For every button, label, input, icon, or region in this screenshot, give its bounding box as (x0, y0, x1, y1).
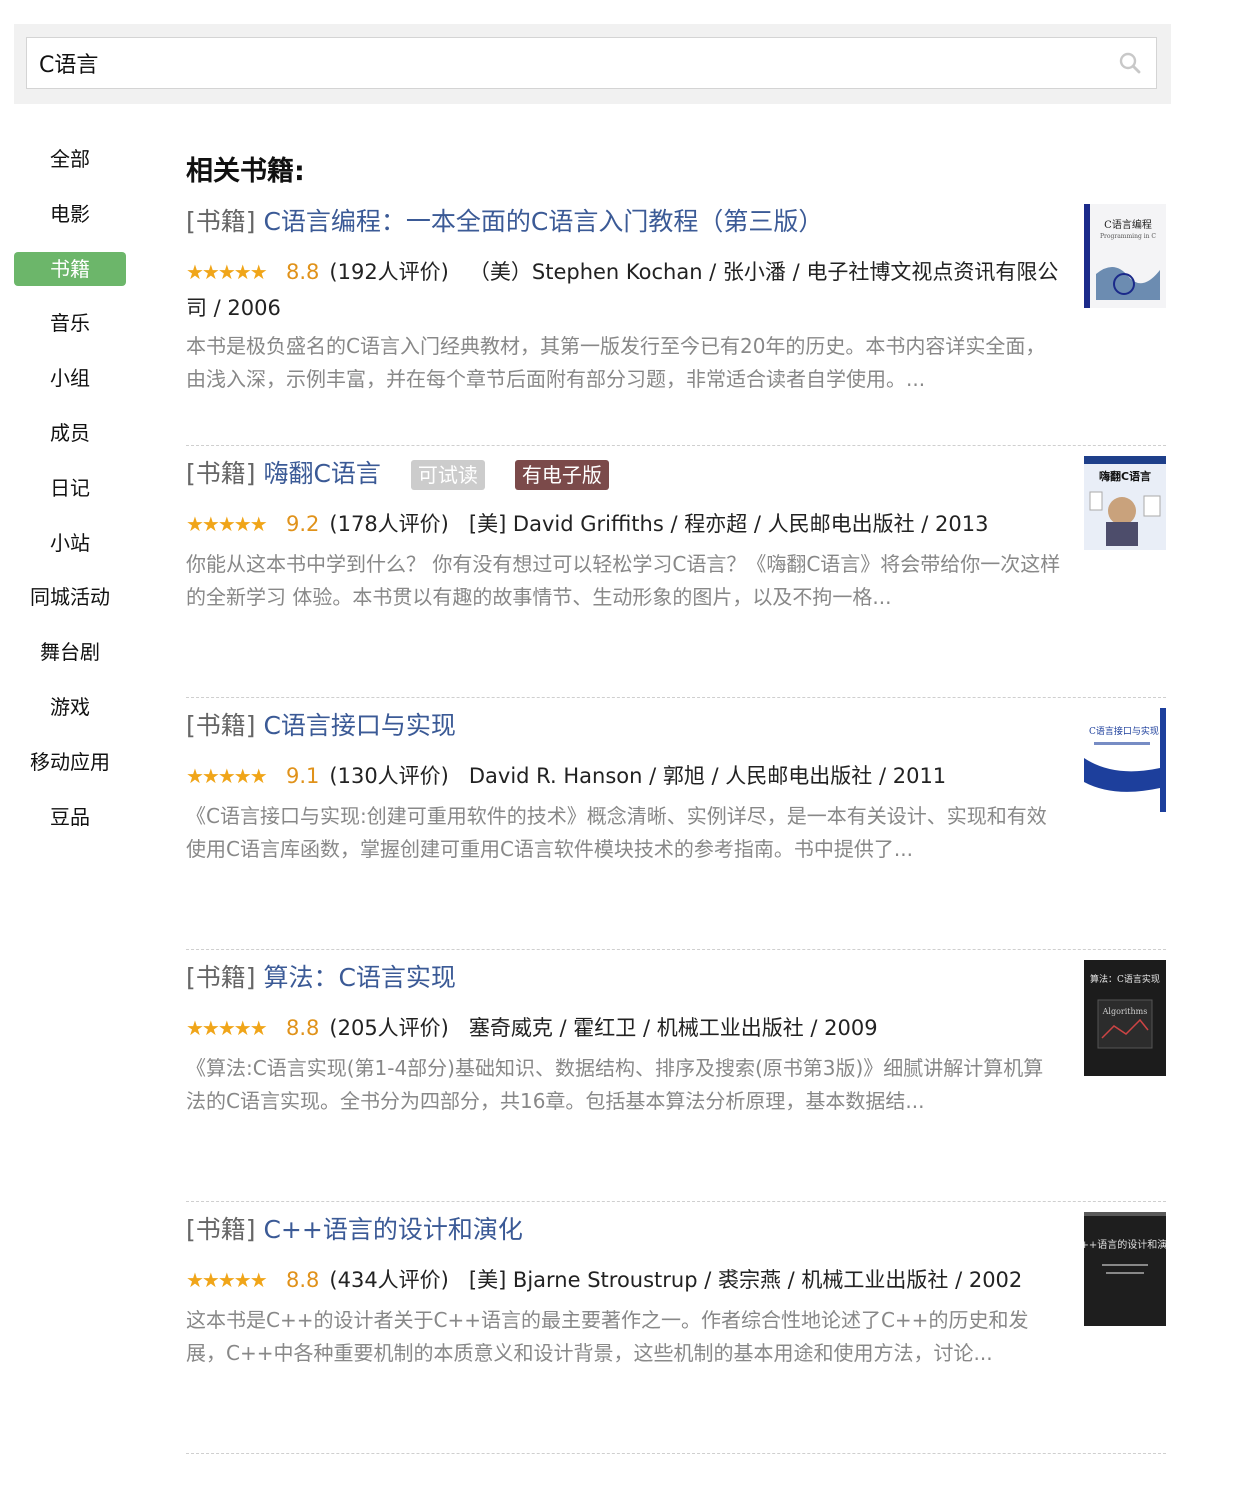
result-tag: [书籍] (186, 711, 256, 740)
sidebar-item-diary[interactable]: 日记 (14, 471, 126, 505)
sidebar-item-sites[interactable]: 小站 (14, 526, 126, 560)
cover-title: 嗨翻C语言 (1099, 469, 1151, 483)
search-box[interactable] (26, 37, 1157, 89)
category-sidebar: 全部 电影 书籍 音乐 小组 成员 日记 小站 同城活动 舞台剧 游戏 移动应用… (14, 142, 126, 854)
result-meta: ★★★★★ 8.8 (434人评价) [美] Bjarne Stroustrup / … (186, 1262, 1061, 1298)
book-result: [书籍] 嗨翻C语言 可试读 有电子版 ★★★★★ 9.2 (178人评价) [美] … (186, 446, 1166, 698)
rating-stars-icon: ★★★★★ (186, 260, 268, 284)
result-meta: ★★★★★ 8.8 (205人评价) 塞奇威克 / 霍红卫 / 机械工业出版社 / 2… (186, 1010, 1061, 1046)
result-tag: [书籍] (186, 207, 256, 236)
sidebar-item-books[interactable]: 书籍 (14, 251, 126, 286)
sidebar-item-doupin[interactable]: 豆品 (14, 800, 126, 834)
result-description: 《C语言接口与实现:创建可重用软件的技术》概念清晰、实例详尽，是一本有关设计、实… (186, 804, 1047, 861)
result-tag: [书籍] (186, 963, 256, 992)
rating-score: 9.2 (286, 512, 320, 536)
rating-score: 9.1 (286, 764, 320, 788)
cover-title: C语言编程 (1104, 218, 1152, 231)
search-bar (14, 24, 1171, 104)
cover-title: 算法：C语言实现 (1090, 973, 1160, 985)
rating-count: (178人评价) (329, 512, 449, 536)
result-title-line: [书籍] C语言接口与实现 (186, 706, 456, 746)
sidebar-item-drama[interactable]: 舞台剧 (14, 635, 126, 669)
result-title-link[interactable]: 嗨翻C语言 (263, 459, 380, 488)
result-title-line: [书籍] 算法：C语言实现 (186, 958, 456, 998)
sidebar-item-groups[interactable]: 小组 (14, 361, 126, 395)
book-cover[interactable]: C语言接口与实现 (1084, 708, 1166, 812)
sidebar-item-games[interactable]: 游戏 (14, 690, 126, 724)
sidebar-item-music[interactable]: 音乐 (14, 306, 126, 340)
result-meta: ★★★★★ 9.2 (178人评价) [美] David Griffiths / 程亦… (186, 506, 1061, 542)
rating-count: (434人评价) (329, 1268, 449, 1292)
cover-subtitle: Programming in C (1100, 233, 1156, 240)
result-title-link[interactable]: C++语言的设计和演化 (263, 1215, 522, 1244)
rating-stars-icon: ★★★★★ (186, 512, 268, 536)
sidebar-item-apps[interactable]: 移动应用 (14, 745, 126, 779)
book-result: [书籍] C++语言的设计和演化 ★★★★★ 8.8 (434人评价) [美] Bja… (186, 1202, 1166, 1454)
book-result: [书籍] 算法：C语言实现 ★★★★★ 8.8 (205人评价) 塞奇威克 / 霍红卫… (186, 950, 1166, 1202)
rating-score: 8.8 (286, 260, 320, 284)
book-cover[interactable]: 算法：C语言实现 Algorithms (1084, 960, 1166, 1076)
sidebar-item-members[interactable]: 成员 (14, 416, 126, 450)
result-title-line: [书籍] C语言编程：一本全面的C语言入门教程（第三版） (186, 202, 823, 242)
result-description: 这本书是C++的设计者关于C++语言的最主要著作之一。作者综合性地论述了C++的… (186, 1308, 1029, 1365)
book-cover[interactable]: C++语言的设计和演化 (1084, 1212, 1166, 1326)
result-title-line: [书籍] 嗨翻C语言 可试读 有电子版 (186, 454, 609, 494)
sidebar-item-all[interactable]: 全部 (14, 142, 126, 176)
book-pub-info: 塞奇威克 / 霍红卫 / 机械工业出版社 / 2009 (468, 1016, 878, 1040)
book-result: [书籍] C语言接口与实现 ★★★★★ 9.1 (130人评价) David R. H… (186, 698, 1166, 950)
rating-score: 8.8 (286, 1268, 320, 1292)
results-main: 相关书籍: [书籍] C语言编程：一本全面的C语言入门教程（第三版） ★★★★★… (186, 150, 1166, 1454)
cover-subtitle: Algorithms (1102, 1007, 1148, 1016)
result-tag: [书籍] (186, 1215, 256, 1244)
book-pub-info: David R. Hanson / 郭旭 / 人民邮电出版社 / 2011 (468, 764, 947, 788)
result-title-line: [书籍] C++语言的设计和演化 (186, 1210, 523, 1250)
result-description: 本书是极负盛名的C语言入门经典教材，其第一版发行至今已有20年的历史。本书内容详… (186, 334, 1046, 391)
result-tag: [书籍] (186, 459, 256, 488)
result-meta: ★★★★★ 8.8 (192人评价) （美）Stephen Kochan / 张小潘 … (186, 254, 1061, 326)
section-title: 相关书籍: (186, 156, 305, 187)
rating-stars-icon: ★★★★★ (186, 1016, 268, 1040)
book-result: [书籍] C语言编程：一本全面的C语言入门教程（第三版） ★★★★★ 8.8 (19… (186, 194, 1166, 446)
search-icon[interactable] (1118, 51, 1142, 75)
result-description: 《算法:C语言实现(第1-4部分)基础知识、数据结构、排序及搜索(原书第3版)》… (186, 1056, 1044, 1113)
result-title-link[interactable]: C语言编程：一本全面的C语言入门教程（第三版） (263, 207, 823, 236)
rating-stars-icon: ★★★★★ (186, 764, 268, 788)
result-title-link[interactable]: C语言接口与实现 (263, 711, 455, 740)
result-meta: ★★★★★ 9.1 (130人评价) David R. Hanson / 郭旭 / 人… (186, 758, 1061, 794)
rating-score: 8.8 (286, 1016, 320, 1040)
sidebar-item-events[interactable]: 同城活动 (14, 580, 126, 614)
rating-count: (130人评价) (329, 764, 449, 788)
trial-read-badge[interactable]: 可试读 (410, 460, 485, 490)
book-pub-info: [美] David Griffiths / 程亦超 / 人民邮电出版社 / 20… (468, 512, 989, 536)
book-cover[interactable]: 嗨翻C语言 (1084, 456, 1166, 550)
sidebar-item-movies[interactable]: 电影 (14, 197, 126, 231)
rating-count: (192人评价) (329, 260, 449, 284)
result-title-link[interactable]: 算法：C语言实现 (263, 963, 455, 992)
search-input[interactable] (27, 38, 1087, 88)
result-divider (186, 1453, 1166, 1454)
result-description: 你能从这本书中学到什么？ 你有没有想过可以轻松学习C语言？《嗨翻C语言》将会带给… (186, 552, 1061, 609)
cover-title: C++语言的设计和演化 (1084, 1238, 1166, 1251)
rating-count: (205人评价) (329, 1016, 449, 1040)
cover-title: C语言接口与实现 (1089, 725, 1159, 737)
book-cover[interactable]: C语言编程 Programming in C (1084, 204, 1166, 308)
book-pub-info: [美] Bjarne Stroustrup / 裘宗燕 / 机械工业出版社 / … (468, 1268, 1023, 1292)
rating-stars-icon: ★★★★★ (186, 1268, 268, 1292)
ebook-badge[interactable]: 有电子版 (514, 460, 609, 490)
